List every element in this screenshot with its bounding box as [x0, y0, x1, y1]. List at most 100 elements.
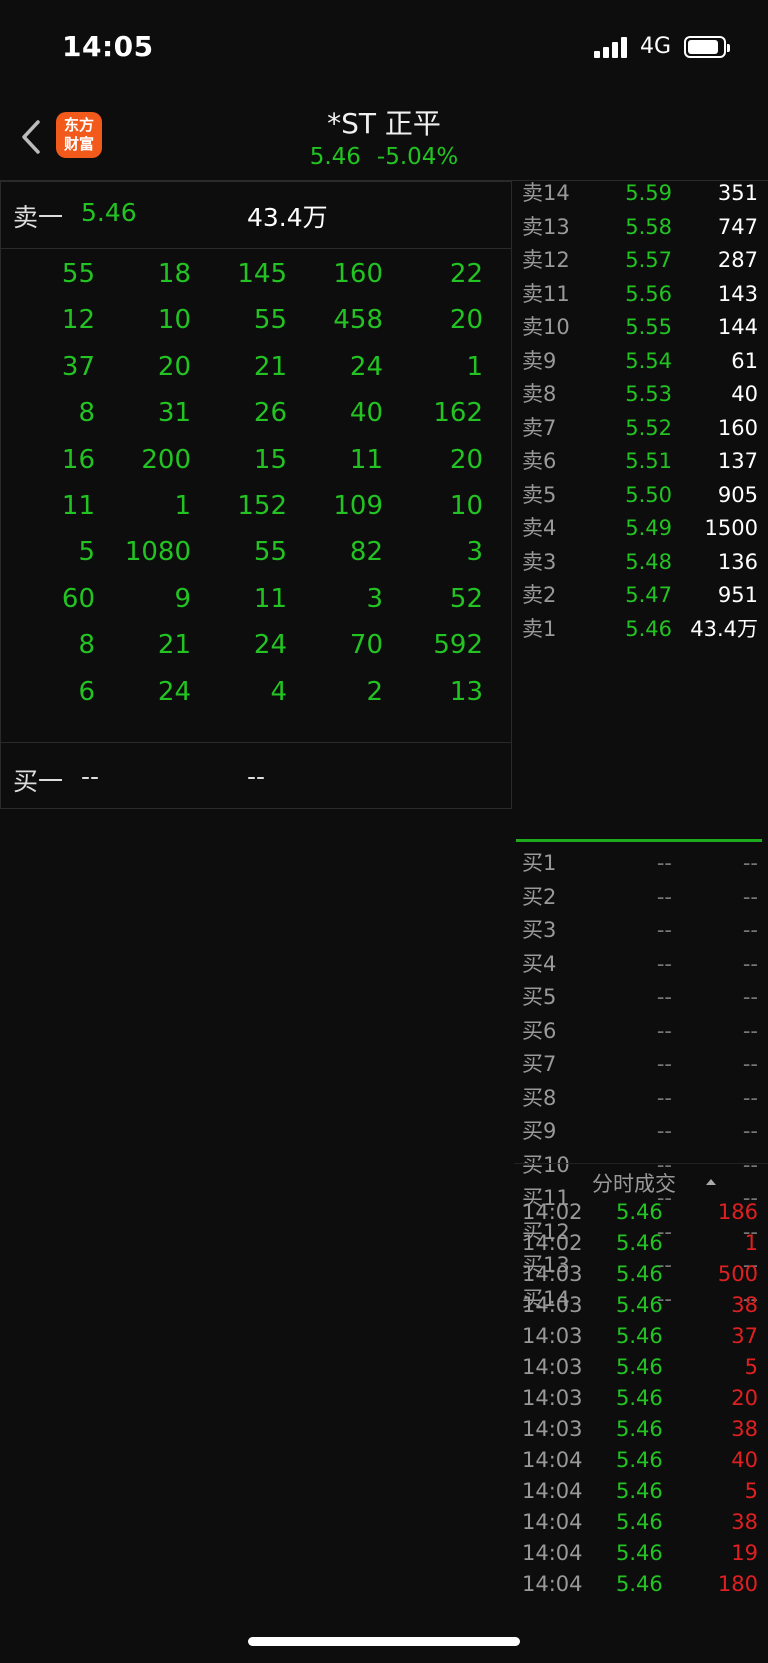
order-book-level-label: 买6 — [522, 1018, 557, 1043]
order-book-level-label: 卖11 — [522, 281, 570, 306]
buy-one-row: 买一 -- -- — [1, 742, 511, 808]
sort-up-icon — [706, 1179, 716, 1185]
order-book-volume: 144 — [717, 315, 758, 339]
order-book-sell-row: 卖9 5.54 61 — [514, 345, 768, 378]
grid-cell: 9 — [174, 583, 191, 614]
ticks-header[interactable]: 分时成交 — [514, 1163, 768, 1198]
tick-price: 5.46 — [616, 1448, 663, 1472]
order-book-volume: 905 — [717, 482, 758, 507]
grid-row: 8 31 26 40 162 — [1, 389, 511, 438]
tick-row: 14:02 5.46 186 — [514, 1197, 768, 1228]
order-book-price: -- — [656, 851, 672, 875]
grid-row: 6 24 4 2 13 — [1, 668, 511, 717]
order-book-volume: -- — [742, 918, 758, 942]
order-book-sell-row: 卖10 5.55 144 — [514, 311, 768, 344]
grid-cell: 18 — [157, 259, 191, 289]
grid-cell: 8 — [78, 398, 95, 429]
tick-price: 5.46 — [616, 1541, 663, 1565]
tick-row: 14:03 5.46 5 — [514, 1352, 768, 1383]
grid-cell: 20 — [449, 444, 483, 475]
tick-volume: 38 — [731, 1417, 758, 1441]
grid-cell: 11 — [349, 444, 383, 475]
grid-cell: 26 — [253, 398, 287, 429]
tick-time: 14:03 — [522, 1417, 583, 1441]
grid-cell: 20 — [157, 351, 191, 382]
order-book-level-label: 买3 — [522, 918, 557, 942]
order-book-level-label: 卖4 — [522, 516, 557, 540]
tick-row: 14:04 5.46 5 — [514, 1476, 768, 1507]
grid-cell: 6 — [78, 676, 95, 707]
grid-cell: 4 — [270, 676, 287, 707]
order-book-level-label: 卖13 — [522, 214, 570, 239]
sell-one-row: 卖一 5.46 43.4万 — [1, 182, 511, 249]
tick-price: 5.46 — [616, 1355, 663, 1379]
order-book-level-label: 卖10 — [522, 315, 570, 339]
stock-name: *ST 正平 — [327, 107, 441, 140]
grid-cell: 55 — [61, 259, 95, 289]
grid-cell: 13 — [449, 676, 483, 707]
stock-quote: 5.46 -5.04% — [0, 144, 768, 170]
sell-one-volume: 43.4万 — [247, 203, 328, 232]
order-book-price: -- — [656, 951, 672, 976]
grid-cell: 152 — [237, 491, 287, 521]
order-book-sell-row: 卖3 5.48 136 — [514, 546, 768, 579]
order-book-volume: 43.4万 — [690, 616, 758, 641]
grid-cell: 10 — [449, 491, 483, 521]
tick-time: 14:04 — [522, 1541, 583, 1565]
order-book-buy-row: 买8 -- -- — [514, 1082, 768, 1115]
order-book-price: 5.47 — [625, 583, 672, 607]
grid-cell: 5 — [78, 537, 95, 568]
order-book-buy-row: 买6 -- -- — [514, 1015, 768, 1048]
order-book-level-label: 卖9 — [522, 348, 557, 373]
order-book-buy-row: 买9 -- -- — [514, 1115, 768, 1148]
order-book-buy-row: 买4 -- -- — [514, 948, 768, 981]
order-book-volume: 40 — [731, 382, 758, 406]
grid-cell: 15 — [253, 444, 287, 475]
grid-cell: 21 — [253, 351, 287, 382]
order-queue-grid: 55 18 145 160 22 12 10 55 458 20 37 20 21 24 1 8 31 26 40 1… — [1, 248, 511, 743]
order-book-price: 5.58 — [625, 214, 672, 239]
tick-row: 14:03 5.46 500 — [514, 1259, 768, 1290]
order-book-volume: 287 — [717, 248, 758, 272]
sell-one-label: 卖一 — [13, 203, 64, 232]
order-book-volume: 747 — [717, 214, 758, 239]
order-book-level-label: 卖5 — [522, 482, 557, 507]
grid-cell: 162 — [433, 398, 483, 429]
tick-price: 5.46 — [616, 1200, 663, 1224]
order-book-price: 5.55 — [625, 315, 672, 339]
order-book-price: -- — [656, 1119, 672, 1143]
grid-cell: 1 — [174, 491, 191, 521]
grid-row: 8 21 24 70 592 — [1, 621, 511, 670]
order-book-volume: 61 — [731, 348, 758, 373]
tick-volume: 5 — [744, 1479, 758, 1503]
tick-row: 14:03 5.46 38 — [514, 1414, 768, 1445]
grid-cell: 24 — [349, 351, 383, 382]
order-book-buy-row: 买5 -- -- — [514, 981, 768, 1014]
grid-cell: 21 — [157, 630, 191, 661]
tick-row: 14:03 5.46 38 — [514, 1290, 768, 1321]
order-book-level-label: 卖6 — [522, 449, 557, 473]
order-book-sell-row: 卖7 5.52 160 — [514, 412, 768, 445]
tick-time: 14:03 — [522, 1355, 583, 1379]
tick-volume: 19 — [731, 1541, 758, 1565]
grid-cell: 52 — [449, 583, 483, 614]
home-indicator[interactable] — [248, 1637, 520, 1646]
buy-one-label: 买一 — [13, 767, 64, 796]
grid-cell: 145 — [237, 259, 287, 289]
order-book-price: 5.49 — [625, 516, 672, 540]
grid-cell: 2 — [366, 676, 383, 707]
order-book-price: -- — [656, 985, 672, 1009]
grid-row: 55 18 145 160 22 — [1, 250, 511, 299]
ticks-title: 分时成交 — [592, 1172, 676, 1196]
tick-row: 14:04 5.46 19 — [514, 1538, 768, 1569]
tick-price: 5.46 — [616, 1324, 663, 1348]
order-book-sell-row: 卖8 5.53 40 — [514, 378, 768, 411]
tick-volume: 500 — [717, 1262, 758, 1286]
grid-row: 5 1080 55 82 3 — [1, 528, 511, 577]
order-book-price: 5.51 — [625, 449, 672, 473]
tick-row: 14:04 5.46 180 — [514, 1569, 768, 1600]
tick-time: 14:02 — [522, 1200, 583, 1224]
tick-row: 14:04 5.46 40 — [514, 1445, 768, 1476]
current-price: 5.46 — [309, 144, 361, 170]
order-book-level-label: 买9 — [522, 1119, 557, 1143]
